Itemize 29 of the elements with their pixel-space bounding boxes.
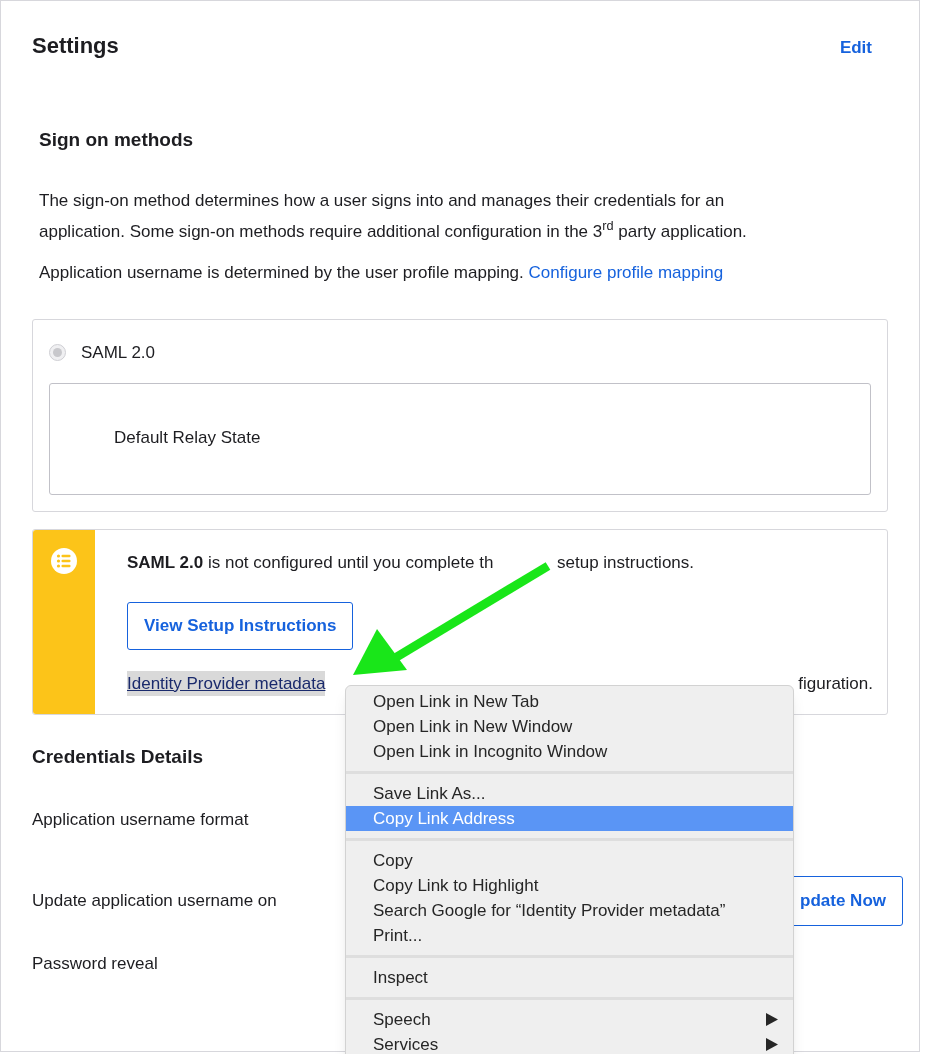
field-label: Default Relay State — [114, 427, 261, 447]
identity-provider-metadata-link[interactable]: Identity Provider metadata — [127, 670, 326, 696]
menu-item[interactable]: Speech — [346, 1007, 793, 1032]
mapping-text: Application username is determined by the user profile mapping. Configure profile mapping — [39, 261, 725, 284]
menu-item[interactable]: Inspect — [346, 965, 793, 990]
edit-link[interactable]: Edit — [839, 34, 872, 61]
section-heading: Credentials Details — [32, 745, 204, 769]
section-heading: Sign on methods — [39, 128, 195, 152]
menu-item[interactable]: Print... — [346, 923, 793, 948]
menu-item[interactable]: Save Link As... — [346, 781, 793, 806]
section-title: Settings — [32, 32, 119, 60]
notice-text-end: figuration. — [798, 672, 873, 695]
notice-text-end: setup instructions. — [557, 552, 694, 574]
view-setup-instructions-button[interactable]: View Setup Instructions — [127, 601, 354, 650]
submenu-arrow-icon — [766, 1038, 778, 1051]
menu-item[interactable]: Open Link in Incognito Window — [346, 739, 793, 764]
menu-item[interactable]: Services — [346, 1032, 793, 1054]
menu-item[interactable]: Copy — [346, 848, 793, 873]
configure-profile-mapping-link[interactable]: Configure profile mapping — [528, 262, 724, 282]
menu-item[interactable]: Open Link in New Tab — [346, 689, 793, 714]
radio-label: SAML 2.0 — [81, 342, 156, 364]
field-label: Application username format — [32, 808, 249, 831]
submenu-arrow-icon — [766, 1013, 778, 1026]
description-text: The sign-on method determines how a user signs into and manages their credentials for an application. Some sign-on methods require additional configuration in the 3$^{rd}$ party application. — [39, 189, 748, 243]
notice-text: SAML 2.0 is not configured until you complete th — [127, 552, 495, 574]
menu-item[interactable]: Open Link in New Window — [346, 714, 793, 739]
field-label: Update application username on — [32, 890, 277, 913]
field-label: Password reveal — [32, 953, 158, 975]
list-icon — [50, 547, 78, 575]
